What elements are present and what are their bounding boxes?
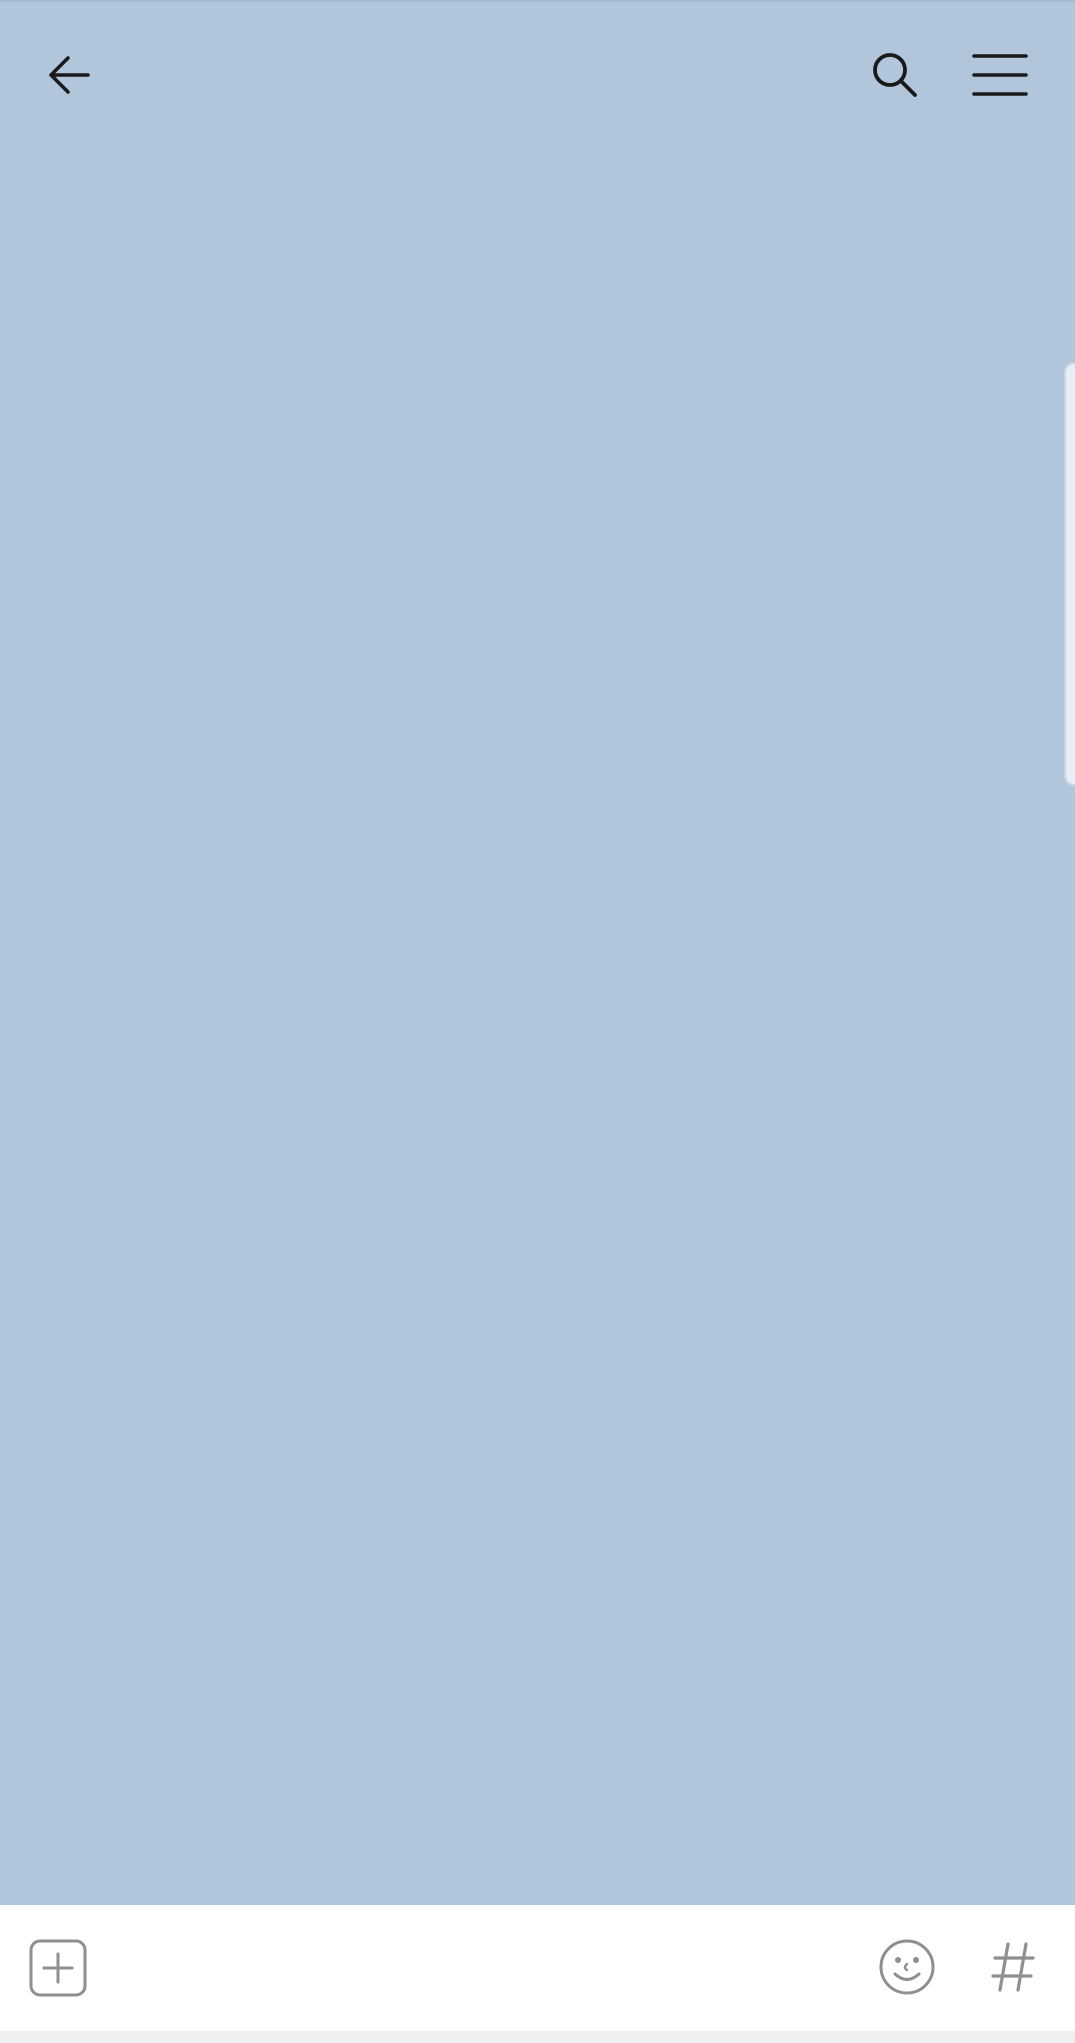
side-panel-handle[interactable] xyxy=(1064,362,1075,786)
menu-button[interactable] xyxy=(960,36,1040,114)
back-button[interactable] xyxy=(30,36,108,114)
hashtag-icon xyxy=(991,1942,1035,1992)
plus-square-icon xyxy=(29,1939,87,1997)
smiley-face-icon xyxy=(879,1939,935,1995)
chat-header xyxy=(0,0,1075,150)
search-button[interactable] xyxy=(856,36,934,114)
attach-button[interactable] xyxy=(26,1936,90,2000)
message-area[interactable] xyxy=(0,150,1075,1905)
bottom-strip xyxy=(0,2031,1075,2043)
chat-screen xyxy=(0,0,1075,2043)
hashtag-button[interactable] xyxy=(982,1932,1044,2002)
emoji-button[interactable] xyxy=(872,1932,942,2002)
back-arrow-icon xyxy=(49,56,90,94)
search-icon xyxy=(873,53,917,97)
hamburger-menu-icon xyxy=(972,54,1028,96)
